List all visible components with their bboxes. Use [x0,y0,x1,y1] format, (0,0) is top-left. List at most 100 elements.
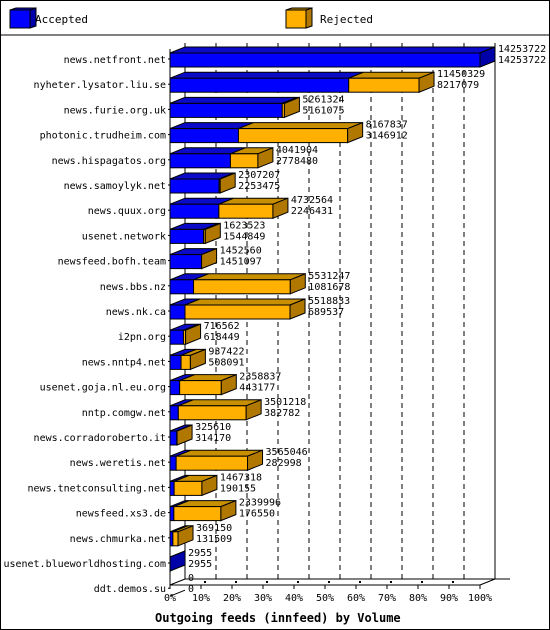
value-label-total: 2955 [188,548,212,559]
bar-rejected [172,531,179,547]
value-label-total: 2339996 [239,498,281,509]
bar-newsfeed-xs3-de [169,499,237,522]
legend-item-rejected: Rejected [285,7,373,29]
bar-accepted [169,506,175,522]
bar-rejected [184,304,291,320]
bar-usenet-blueworldhosting-com [169,550,186,572]
x-tick-marker [235,581,237,583]
value-label-accepted: 382782 [264,408,300,419]
bar-rejected [193,279,291,295]
bar-rejected-top [184,298,306,306]
x-tick-label: 0% [164,593,176,604]
x-tick-marker [359,581,361,583]
category-label: i2pn.org [118,332,166,343]
category-label: nyheter.lysator.liu.se [34,80,166,91]
value-label-total: 8167837 [366,120,408,131]
value-label-accepted: 314170 [195,433,231,444]
category-label: news.corradoroberto.it [34,433,166,444]
x-tick-marker [328,581,330,583]
bar-news-hispagatos-org [169,147,274,169]
x-tick-label: 60% [347,593,365,604]
bar-rejected [173,480,203,496]
value-label-accepted: 2955 [188,559,212,570]
value-label-accepted: 131509 [196,534,232,545]
bar-news-tnetconsulting-net [169,474,218,497]
x-tick-marker [204,581,206,583]
bar-accepted-top [169,96,298,104]
bar-photonic-trudheim-com [169,121,364,144]
bar-usenet-goja-nl-eu-org [169,373,237,396]
value-label-total: 5531247 [308,271,350,282]
value-label-accepted: 282998 [266,458,302,469]
category-label: news.samoylyk.net [64,181,166,192]
x-tick-label: 40% [285,593,303,604]
x-tick-labels: 0% 10% 20% 30% 40% 50% 60% 70% 80% 90% 100% [164,593,492,604]
value-label-accepted: 689537 [308,307,344,318]
x-tick-label: 100% [468,593,492,604]
value-label-total: 716562 [204,321,240,332]
value-label-accepted: 14253722 [498,55,546,66]
floor-right-edge [479,578,496,586]
value-label-total: 14253722 [498,44,546,55]
bar-accepted [169,380,181,396]
bar-news-samoylyk-net [169,172,236,194]
bar-news-bbs-nz [169,273,306,295]
bar-news-chmurka-net [169,525,194,547]
bar-accepted [169,153,231,169]
value-label-total: 3565046 [266,447,308,458]
value-label-accepted: 190155 [220,483,256,494]
category-label: news.hispagatos.org [52,156,166,167]
x-tick-label: 30% [254,593,272,604]
chart-title: Outgoing feeds (innfeed) by Volume [155,611,401,625]
legend: Accepted Rejected [9,7,373,29]
category-label: news.nk.ca [106,307,166,318]
x-tick-label: 90% [440,593,458,604]
bar-rejected-top [238,122,363,130]
value-label-accepted: 3146912 [366,131,408,142]
bar-news-weretis-net [169,449,264,471]
value-label-total: 3501218 [264,397,306,408]
category-label: news.netfront.net [64,55,166,66]
value-label-accepted: 176550 [239,509,275,520]
bar-rejected [180,354,191,370]
value-label-accepted: 1544849 [223,231,265,242]
category-label: photonic.trudheim.com [40,131,166,142]
bar-nyheter-lysator-liu-se [169,71,435,93]
bar-accepted [169,52,481,68]
value-label-total: 369150 [196,523,232,534]
legend-swatch-side [305,7,313,29]
x-tick-label: 70% [378,593,396,604]
bar-news-netfront-net [169,46,496,68]
bar-rejected [348,77,420,93]
bar-accepted [169,77,350,93]
bar-accepted [169,279,195,295]
x-tick-marker [297,581,299,583]
value-label-total: 0 [188,573,194,584]
value-label-accepted: 2246431 [291,206,333,217]
value-label-total: 4732564 [291,195,333,206]
chart: Accepted Rejected news.netfront.net nyhete… [1,7,549,625]
legend-item-accepted: Accepted [9,7,88,29]
bar-accepted [169,178,220,194]
bar-news-quux-org [169,197,289,219]
bar-end-face [169,550,186,572]
value-label-total: 1452560 [220,246,262,257]
x-tick-marker [421,581,423,583]
bar-rejected [177,405,247,421]
floor-left-edge [169,578,186,586]
category-label: news.furie.org.uk [64,105,166,116]
bar-usenet-network [169,222,221,245]
value-label-accepted: 508091 [208,357,244,368]
category-label: news.chmurka.net [70,534,166,545]
category-label: newsfeed.bofh.team [58,257,166,268]
value-label-total: 1467318 [220,472,262,483]
value-label-total: 4041904 [276,145,318,156]
x-tick-label: 10% [192,593,210,604]
bar-nntp-comgw-net [169,399,262,421]
bar-news-nk-ca [169,298,306,320]
bar-rejected [218,203,274,219]
bar-accepted [169,480,175,496]
bar-accepted [169,304,186,320]
x-tick-label: 20% [223,593,241,604]
legend-swatch-accepted [9,9,31,29]
